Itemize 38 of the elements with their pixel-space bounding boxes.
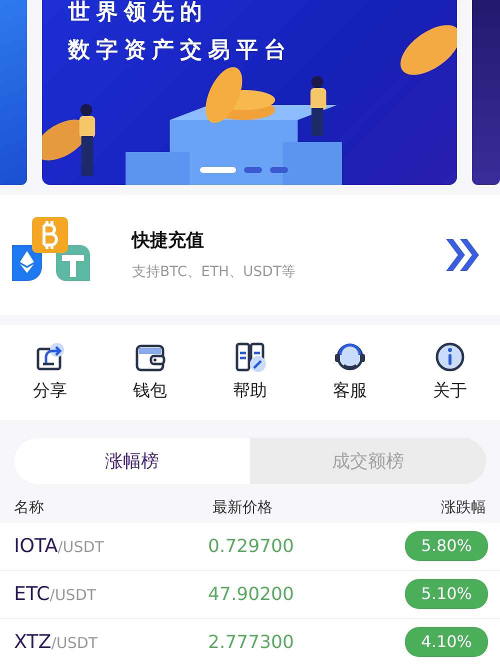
price-value: 0.729700: [208, 536, 294, 556]
quote-currency: /USDT: [51, 634, 98, 652]
shortcut-button[interactable]: 客服: [300, 340, 400, 404]
quote-currency: /USDT: [50, 586, 96, 604]
info-icon: [434, 340, 466, 373]
banner-headline: 世界领先的: [68, 0, 209, 27]
change-percent-badge: 5.10%: [405, 579, 488, 609]
coin-symbol: XTZ: [14, 630, 52, 653]
carousel-indicator[interactable]: [270, 167, 288, 173]
headset-icon: [334, 340, 366, 373]
shortcut-button[interactable]: 帮助: [200, 340, 300, 404]
market-row[interactable]: IOTA/USDT 0.729700 5.80%: [0, 522, 500, 570]
quote-currency: /USDT: [58, 538, 104, 556]
change-percent-badge: 5.80%: [405, 531, 488, 561]
shortcut-button[interactable]: 分享: [0, 340, 100, 404]
banner-slide-preview[interactable]: [472, 0, 500, 185]
coin-symbol: ETC: [14, 582, 50, 605]
document-pen-icon: [234, 340, 266, 373]
share-icon: [34, 340, 66, 373]
market-row[interactable]: XTZ/USDT 2.777300 4.10%: [0, 618, 500, 666]
price-value: 2.777300: [208, 632, 294, 652]
shortcut-button[interactable]: 钱包: [100, 340, 200, 404]
column-header: 名称: [14, 497, 44, 518]
ranking-tab[interactable]: 涨幅榜: [14, 438, 250, 484]
column-header: 涨跌幅: [441, 497, 486, 518]
banner-headline: 数字资产交易平台: [68, 36, 293, 65]
market-row[interactable]: ETC/USDT 47.90200 5.10%: [0, 570, 500, 618]
coin-symbol: IOTA: [14, 534, 58, 557]
banner-card[interactable]: 世界领先的 数字资产交易平台: [42, 0, 457, 185]
price-value: 47.90200: [208, 584, 294, 604]
deposit-subtitle: 支持BTC、ETH、USDT等: [132, 263, 297, 282]
carousel-indicator[interactable]: [244, 167, 262, 173]
shortcut-button[interactable]: 关于: [400, 340, 500, 404]
carousel-indicator[interactable]: [200, 167, 236, 173]
deposit-title: 快捷充值: [132, 229, 205, 253]
change-percent-badge: 4.10%: [405, 627, 488, 657]
column-header: 最新价格: [212, 497, 272, 518]
quick-deposit-card[interactable]: 快捷充值 支持BTC、ETH、USDT等: [0, 195, 500, 315]
